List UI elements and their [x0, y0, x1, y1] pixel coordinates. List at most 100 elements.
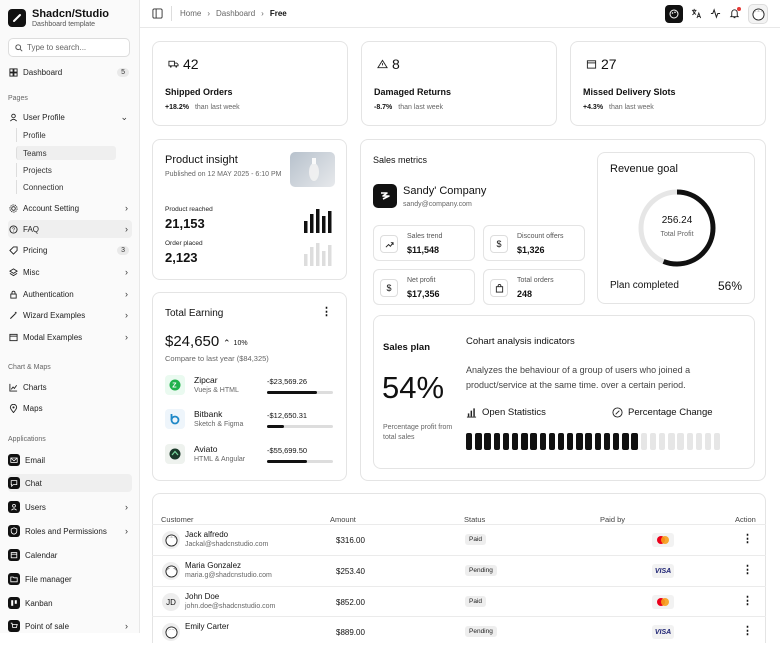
search-icon [15, 43, 23, 52]
earning-item-aviato[interactable]: Aviato HTML & Angular -$55,699.50 [165, 442, 337, 470]
status-badge: Paid [465, 596, 487, 607]
search-input[interactable]: Type to search... [8, 38, 130, 57]
sidebar-subitem-projects[interactable]: Projects [16, 163, 116, 177]
translate-icon[interactable] [691, 8, 702, 21]
sidebar-item-wizard-examples[interactable]: Wizard Examples › [8, 306, 132, 324]
avatar [162, 531, 180, 549]
window-icon [8, 332, 18, 342]
header-action[interactable]: Action [735, 515, 756, 524]
customer-name: Jack alfredo [185, 530, 229, 539]
sidebar-item-authentication[interactable]: Authentication › [8, 285, 132, 303]
bell-icon[interactable] [729, 6, 741, 21]
header-amount[interactable]: Amount [330, 515, 356, 524]
row-actions-icon[interactable]: ⋮ [742, 563, 753, 576]
card-title: Total Earning [165, 308, 224, 319]
row-actions-icon[interactable]: ⋮ [742, 624, 753, 637]
percentage-change[interactable]: Percentage Change [612, 407, 713, 418]
sidebar-item-user-profile[interactable]: User Profile ⌄ [8, 108, 132, 126]
sidebar-toggle-icon[interactable] [152, 8, 163, 21]
breadcrumb-dashboard[interactable]: Dashboard [216, 9, 255, 18]
earning-change-value: 10% [233, 340, 248, 347]
card-title: Revenue goal [610, 163, 678, 175]
sidebar-item-users[interactable]: Users › [8, 498, 132, 516]
earning-compare: Compare to last year ($84,325) [165, 354, 269, 363]
cohort-bar [511, 433, 519, 450]
cohort-bar [714, 433, 721, 450]
sidebar-item-misc[interactable]: Misc › [8, 263, 132, 281]
sidebar-item-label: Kanban [25, 598, 53, 608]
cohort-bar [484, 433, 491, 450]
sidebar-subitem-teams[interactable]: Teams [16, 146, 116, 160]
earning-item-progress [267, 425, 333, 428]
metric-discount-offers[interactable]: $ Discount offers $1,326 [483, 225, 585, 261]
company-name: Sandy' Company [403, 185, 487, 197]
sidebar-item-dashboard[interactable]: Dashboard 5 [8, 63, 132, 81]
earning-item-bitbank[interactable]: Bitbank Sketch & Figma -$12,650.31 [165, 407, 337, 435]
sidebar-subitem-connection[interactable]: Connection [16, 180, 116, 194]
bar-chart-icon [466, 408, 477, 418]
sidebar-item-pricing[interactable]: Pricing 3 [8, 241, 132, 259]
cohort-bar [585, 433, 592, 450]
question-icon: ? [8, 224, 18, 234]
sidebar-item-file-manager[interactable]: File manager [8, 570, 132, 588]
sidebar-item-account-setting[interactable]: Account Setting › [8, 199, 132, 217]
metric-net-profit[interactable]: $ Net profit $17,356 [373, 269, 475, 305]
stat-delta-note: than last week [398, 104, 444, 111]
sidebar-item-modal-examples[interactable]: Modal Examples › [8, 328, 132, 346]
breadcrumb-home[interactable]: Home [180, 9, 201, 18]
chevron-right-icon: › [125, 332, 128, 342]
row-actions-icon[interactable]: ⋮ [742, 594, 753, 607]
bag-icon [490, 279, 508, 297]
metric-total-orders[interactable]: Total orders 248 [483, 269, 585, 305]
table-row[interactable]: JD John Doe john.doe@shadcnstudio.com $8… [152, 586, 766, 617]
stat-delta: +18.2% than last week [165, 104, 240, 111]
sidebar-item-point-of-sale[interactable]: Point of sale › [8, 617, 132, 633]
breadcrumb-separator: › [207, 9, 211, 18]
cohort-bar [631, 433, 638, 450]
brand[interactable]: Shadcn/Studio Dashboard template [8, 8, 109, 28]
sidebar-item-label: Point of sale [25, 621, 70, 631]
palette-icon[interactable] [665, 5, 683, 23]
header-paid-by[interactable]: Paid by [600, 515, 625, 524]
company-email: sandy@company.com [403, 201, 472, 208]
cohort-bars [466, 433, 721, 450]
header-status[interactable]: Status [464, 515, 485, 524]
stat-value: 42 [183, 56, 199, 72]
sidebar-item-label: Calendar [25, 550, 58, 560]
sidebar-item-kanban[interactable]: Kanban [8, 594, 132, 612]
section-pages: Pages [8, 95, 28, 102]
metric-label: Net profit [407, 277, 436, 284]
sidebar-item-email[interactable]: Email [8, 451, 132, 469]
table-row[interactable]: Jack alfredo Jackal@shadcnstudio.com $31… [152, 524, 766, 555]
activity-icon[interactable] [710, 7, 721, 21]
open-statistics[interactable]: Open Statistics [466, 407, 546, 418]
sidebar-item-maps[interactable]: Maps [8, 399, 132, 417]
earning-item-zipcar[interactable]: Z Zipcar Vuejs & HTML -$23,569.26 [165, 373, 337, 401]
sidebar-item-faq[interactable]: ? FAQ › [8, 220, 132, 238]
sidebar-item-charts[interactable]: Charts [8, 378, 132, 396]
table-row[interactable]: Emily Carter $889.00 Pending VISA ⋮ [152, 616, 766, 647]
cohort-bar [686, 433, 693, 450]
chevron-right-icon: › [125, 267, 128, 277]
metric-sales-trend[interactable]: Sales trend $11,548 [373, 225, 475, 261]
user-avatar[interactable] [748, 4, 768, 24]
sidebar-item-label: Authentication [23, 289, 74, 299]
sidebar-item-roles-permissions[interactable]: Roles and Permissions › [8, 522, 132, 540]
row-actions-icon[interactable]: ⋮ [742, 532, 753, 545]
chevron-right-icon: › [125, 203, 128, 213]
sidebar-item-calendar[interactable]: Calendar [8, 546, 132, 564]
table-row[interactable]: Maria Gonzalez maria.g@shadcnstudio.com … [152, 555, 766, 586]
layers-icon [8, 267, 18, 277]
gear-icon [8, 203, 18, 213]
earning-item-sub: Vuejs & HTML [194, 387, 239, 394]
header-customer[interactable]: Customer [161, 515, 194, 524]
avatar [162, 562, 180, 580]
cohort-bar [668, 433, 675, 450]
sidebar-item-chat[interactable]: Chat [8, 474, 132, 492]
sales-metrics-card: Sales metrics Sandy' Company sandy@compa… [360, 139, 766, 481]
insight-bars [304, 209, 332, 266]
more-options-icon[interactable]: ⋮ [321, 305, 332, 318]
stat-delta-note: than last week [609, 104, 654, 111]
sidebar-subitem-profile[interactable]: Profile [16, 128, 116, 142]
search-placeholder: Type to search... [27, 43, 87, 52]
